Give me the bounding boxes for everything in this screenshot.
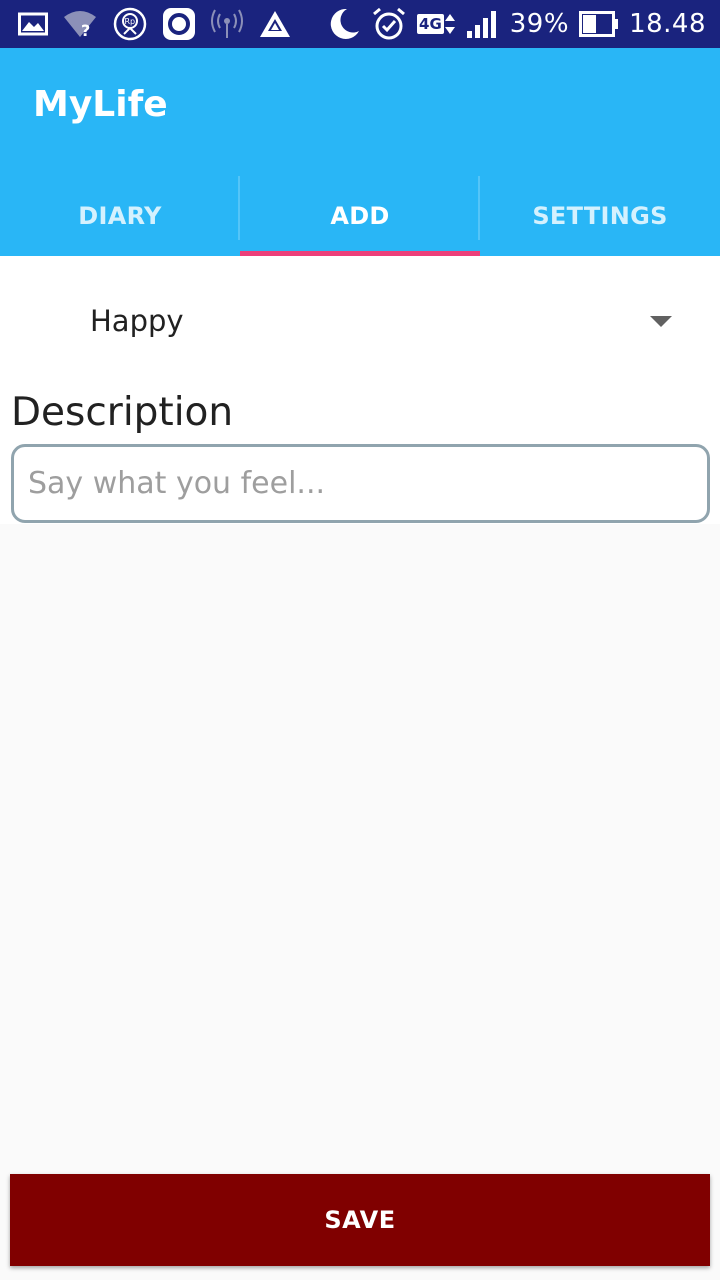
dropdown-arrow-icon	[650, 316, 672, 327]
tab-add[interactable]: ADD	[240, 176, 480, 256]
description-label: Description	[11, 390, 234, 435]
alarm-icon	[371, 6, 407, 42]
drive-icon	[258, 9, 292, 39]
description-input[interactable]	[11, 444, 710, 523]
add-entry-form: Happy Description	[0, 256, 720, 524]
tab-settings[interactable]: SETTINGS	[480, 176, 720, 256]
mood-selected-value: Happy	[90, 304, 184, 338]
network-type: 4G	[417, 14, 444, 34]
record-icon	[162, 7, 196, 41]
save-button[interactable]: SAVE	[10, 1174, 710, 1266]
status-icons-left: ? Rp	[18, 6, 292, 42]
svg-text:?: ?	[81, 21, 90, 39]
rp-app-icon: Rp	[112, 6, 148, 42]
signal-icon	[466, 9, 500, 39]
mood-dropdown[interactable]: Happy	[0, 276, 720, 366]
clock: 18.48	[629, 9, 706, 39]
battery-percent: 39%	[509, 9, 570, 39]
tab-diary[interactable]: DIARY	[0, 176, 240, 256]
tab-settings-label: SETTINGS	[532, 202, 668, 230]
hotspot-icon	[210, 9, 244, 39]
moon-icon	[327, 7, 361, 41]
battery-icon	[579, 11, 619, 37]
4g-icon: 4G	[417, 12, 456, 36]
gallery-icon	[18, 12, 48, 36]
tab-add-label: ADD	[330, 202, 390, 230]
wifi-unknown-icon: ?	[62, 9, 98, 39]
app-title: MyLife	[33, 84, 168, 125]
app-bar: MyLife DIARY ADD SETTINGS	[0, 48, 720, 256]
tab-bar: DIARY ADD SETTINGS	[0, 176, 720, 256]
svg-text:Rp: Rp	[125, 17, 136, 26]
tab-diary-label: DIARY	[78, 202, 162, 230]
status-bar: ? Rp 4G 39% 18.48	[0, 0, 720, 48]
status-icons-right: 4G 39% 18.48	[327, 6, 706, 42]
